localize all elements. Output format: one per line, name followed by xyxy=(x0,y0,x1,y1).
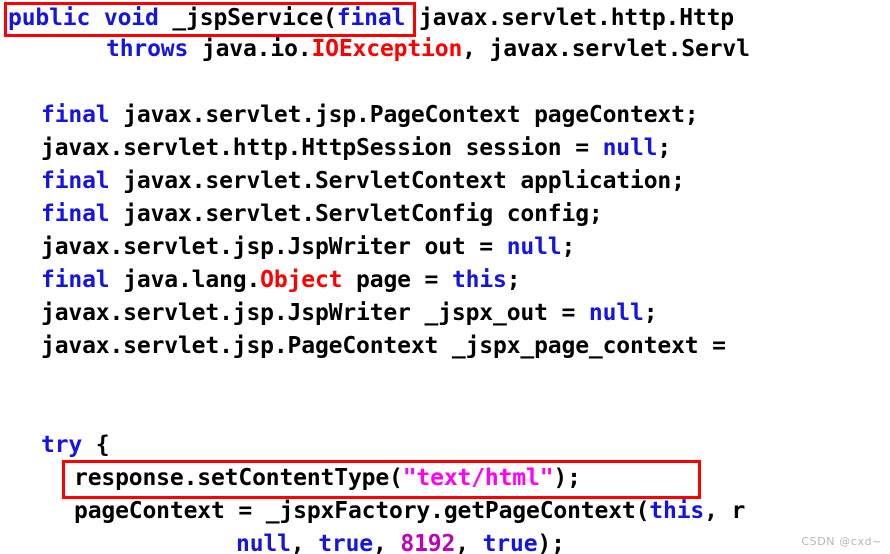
code-line[interactable]: throws java.io.IOException, javax.servle… xyxy=(0,33,750,66)
code-token-kw: try xyxy=(41,432,83,458)
code-line[interactable]: response.setContentType("text/html"); xyxy=(0,462,581,495)
code-line[interactable]: javax.servlet.jsp.JspWriter out = null; xyxy=(0,231,575,264)
code-line[interactable]: null, true, 8192, true); xyxy=(0,528,565,554)
code-token-plain: , xyxy=(455,531,483,554)
code-token-kw: final xyxy=(41,201,110,227)
code-viewport: public void _jspService(final javax.serv… xyxy=(0,0,890,554)
code-line[interactable]: final javax.servlet.ServletContext appli… xyxy=(0,165,685,198)
code-token-str: "text/html" xyxy=(402,465,554,491)
code-token-plain: javax.servlet.jsp.PageContext _jspx_page… xyxy=(41,333,740,359)
code-token-kw: null xyxy=(236,531,291,554)
code-token-kw: this xyxy=(451,267,507,293)
code-token-plain: _jspService( xyxy=(158,5,337,31)
code-token-plain: javax.servlet.http.Http xyxy=(405,5,734,31)
code-token-kw: final xyxy=(41,168,110,194)
code-token-plain: page = xyxy=(342,267,452,293)
csdn-watermark: CSDN @cxd~ xyxy=(801,535,882,548)
code-token-kw: final xyxy=(41,102,110,128)
code-token-plain: javax.servlet.jsp.PageContext pageContex… xyxy=(109,102,699,128)
code-line-blank[interactable] xyxy=(0,396,55,429)
code-token-kw: final xyxy=(336,5,406,31)
code-token-type: IOException xyxy=(311,36,463,62)
code-token-plain: javax.servlet.ServletContext application… xyxy=(109,168,685,194)
code-token-plain: javax.servlet.http.HttpSession session = xyxy=(41,135,603,161)
code-token-plain: , xyxy=(373,531,401,554)
code-token-kw: void xyxy=(103,5,159,31)
code-token-plain: javax.servlet.ServletConfig config; xyxy=(109,201,603,227)
code-line[interactable]: pageContext = _jspxFactory.getPageContex… xyxy=(0,495,745,528)
code-line-blank[interactable] xyxy=(0,363,55,396)
code-token-plain: java.io. xyxy=(188,36,312,62)
code-token-kw: throws xyxy=(106,36,189,62)
code-line-blank[interactable] xyxy=(0,66,22,99)
code-token-plain: java.lang. xyxy=(109,267,261,293)
code-token-kw: final xyxy=(41,267,110,293)
code-line[interactable]: public void _jspService(final javax.serv… xyxy=(0,2,734,35)
code-token-kw: true xyxy=(318,531,373,554)
code-token-num: 8192 xyxy=(400,531,456,554)
code-token-plain: , r xyxy=(704,498,746,524)
code-line[interactable]: javax.servlet.jsp.JspWriter _jspx_out = … xyxy=(0,297,658,330)
code-token-kw: true xyxy=(482,531,538,554)
code-token-plain: { xyxy=(82,432,110,458)
code-token-plain: javax.servlet.jsp.JspWriter _jspx_out = xyxy=(41,300,589,326)
code-token-kw: null xyxy=(506,234,562,260)
code-token-plain: ; xyxy=(506,267,521,293)
code-token-plain: javax.servlet.jsp.JspWriter out = xyxy=(41,234,507,260)
code-token-kw: null xyxy=(588,300,644,326)
code-token-plain: ; xyxy=(657,135,672,161)
code-line[interactable]: final javax.servlet.jsp.PageContext page… xyxy=(0,99,699,132)
code-token-plain: ; xyxy=(643,300,658,326)
code-token-plain: ; xyxy=(561,234,576,260)
code-line[interactable]: javax.servlet.jsp.PageContext _jspx_page… xyxy=(0,330,740,363)
code-token-plain: , xyxy=(290,531,319,554)
code-token-plain: response.setContentType( xyxy=(74,465,403,491)
code-screenshot: public void _jspService(final javax.serv… xyxy=(0,0,890,554)
code-line[interactable]: javax.servlet.http.HttpSession session =… xyxy=(0,132,671,165)
code-token-plain: ); xyxy=(553,465,581,491)
code-token-kw: public xyxy=(8,5,91,31)
code-line[interactable]: final javax.servlet.ServletConfig config… xyxy=(0,198,603,231)
code-token-plain: ); xyxy=(537,531,565,554)
code-token-kw: this xyxy=(649,498,705,524)
code-token-kw: null xyxy=(602,135,658,161)
code-line[interactable]: try { xyxy=(0,429,110,462)
code-token-plain: pageContext = _jspxFactory.getPageContex… xyxy=(74,498,650,524)
code-token-plain: , javax.servlet.Servl xyxy=(462,36,750,62)
code-line[interactable]: final java.lang.Object page = this; xyxy=(0,264,521,297)
code-token-type: Object xyxy=(260,267,343,293)
